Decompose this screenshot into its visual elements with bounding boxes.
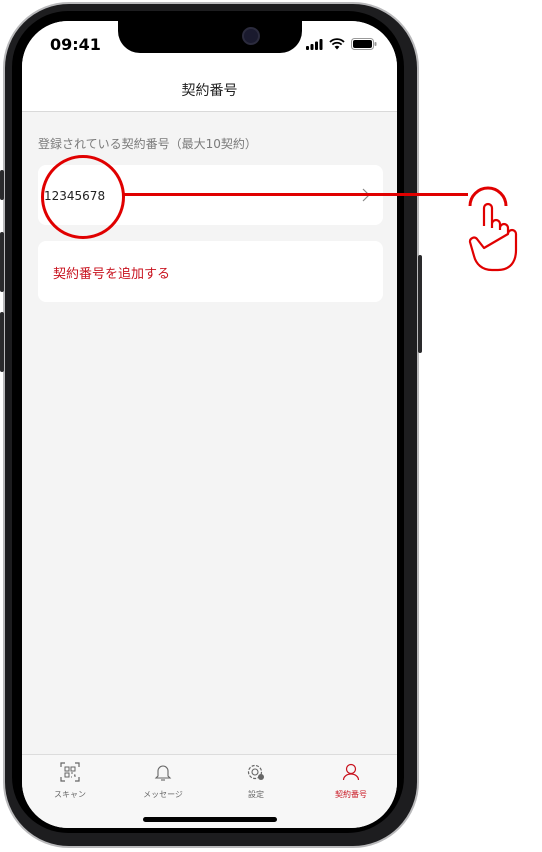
annotation-highlight-circle bbox=[41, 155, 125, 239]
page-title: 契約番号 bbox=[181, 83, 238, 99]
section-label: 登録されている契約番号（最大10契約） bbox=[38, 137, 257, 151]
annotation-connector-line bbox=[124, 193, 468, 196]
settings-icon bbox=[247, 764, 264, 780]
front-camera bbox=[242, 27, 260, 45]
wifi-icon bbox=[329, 38, 345, 50]
notch bbox=[118, 21, 302, 53]
app-screen: 09:41 契約番号 登録されている契約番号（最大10契約） 12345678 … bbox=[22, 21, 397, 828]
add-contract-button[interactable]: 契約番号を追加する bbox=[38, 241, 383, 302]
tap-hand-icon bbox=[468, 186, 518, 272]
tab-messages[interactable]: メッセージ bbox=[123, 761, 203, 800]
volume-down-button bbox=[0, 312, 4, 372]
qr-scan-icon bbox=[60, 762, 80, 782]
power-button bbox=[418, 255, 422, 353]
bell-icon bbox=[154, 765, 172, 781]
person-icon bbox=[342, 763, 360, 781]
battery-icon bbox=[351, 38, 377, 50]
tab-settings[interactable]: 設定 bbox=[216, 761, 296, 800]
nav-bar: 契約番号 bbox=[22, 67, 397, 112]
cellular-signal-icon bbox=[306, 38, 323, 50]
volume-up-button bbox=[0, 232, 4, 292]
tab-scan-label: スキャン bbox=[54, 790, 86, 799]
tab-contract[interactable]: 契約番号 bbox=[311, 761, 391, 800]
status-time: 09:41 bbox=[50, 35, 101, 54]
tab-contract-label: 契約番号 bbox=[335, 790, 367, 799]
silent-switch bbox=[0, 170, 4, 200]
tab-scan[interactable]: スキャン bbox=[30, 761, 110, 800]
add-contract-label: 契約番号を追加する bbox=[53, 267, 171, 282]
tab-settings-label: 設定 bbox=[248, 790, 264, 799]
home-indicator bbox=[143, 817, 277, 822]
tab-messages-label: メッセージ bbox=[143, 790, 183, 799]
status-icons bbox=[306, 38, 377, 50]
